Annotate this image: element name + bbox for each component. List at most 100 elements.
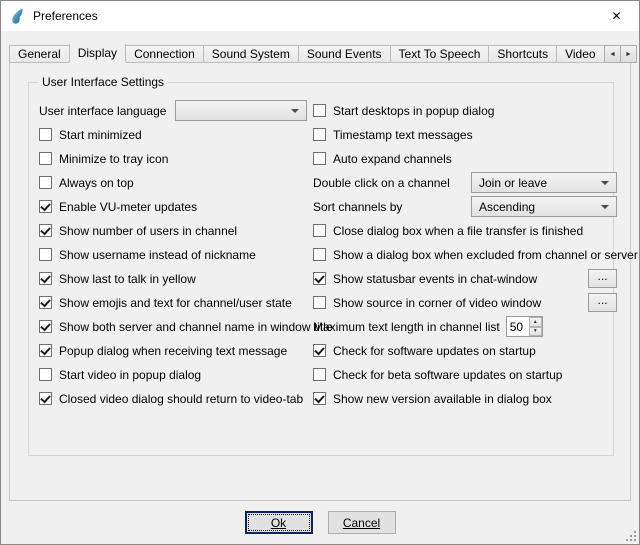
- checkbox[interactable]: [39, 392, 52, 405]
- checkbox[interactable]: [39, 200, 52, 213]
- checkbox[interactable]: [313, 128, 326, 141]
- double-click-label: Double click on a channel: [313, 176, 450, 190]
- ok-label: Ok: [271, 516, 286, 530]
- spin-down-icon[interactable]: ▼: [529, 327, 542, 337]
- checkbox-row: Auto expand channels: [313, 147, 617, 170]
- checkbox-row: Show emojis and text for channel/user st…: [39, 291, 307, 314]
- tab-bar: General Display Connection Sound System …: [9, 44, 637, 63]
- language-row: User interface language: [39, 99, 307, 122]
- tab-label: Shortcuts: [497, 47, 548, 61]
- checkbox[interactable]: [313, 368, 326, 381]
- resize-grip[interactable]: [624, 529, 637, 542]
- tab[interactable]: General: [9, 45, 70, 63]
- footer: Ok Cancel: [1, 511, 639, 534]
- checkbox-row: Check for software updates on startup: [313, 339, 617, 362]
- video-source-checkbox[interactable]: [313, 296, 326, 309]
- checkbox-label: Show both server and channel name in win…: [59, 320, 333, 334]
- cancel-button[interactable]: Cancel: [328, 511, 396, 534]
- checkbox[interactable]: [39, 344, 52, 357]
- checkbox-label: Show new version available in dialog box: [333, 392, 552, 406]
- checkbox-label: Show last to talk in yellow: [59, 272, 196, 286]
- checkbox-row: Always on top: [39, 171, 307, 194]
- tab[interactable]: Video: [556, 45, 604, 63]
- tab[interactable]: Shortcuts: [488, 45, 557, 63]
- checkbox-row: Start video in popup dialog: [39, 363, 307, 386]
- video-source-ellipsis-button[interactable]: ...: [588, 293, 617, 312]
- checkbox-label: Enable VU-meter updates: [59, 200, 197, 214]
- checkbox-row: Check for beta software updates on start…: [313, 363, 617, 386]
- checkbox[interactable]: [313, 104, 326, 117]
- sort-channels-row: Sort channels by Ascending: [313, 195, 617, 218]
- checkbox-label: Popup dialog when receiving text message: [59, 344, 287, 358]
- tab-scroll: ◄ ►: [605, 45, 637, 63]
- preferences-dialog: Preferences ✕ General Display Connection…: [0, 0, 640, 545]
- app-icon: [9, 8, 26, 25]
- checkbox-label: Auto expand channels: [333, 152, 452, 166]
- checkbox-row: Start desktops in popup dialog: [313, 99, 617, 122]
- checkbox[interactable]: [39, 368, 52, 381]
- cancel-label: Cancel: [343, 516, 380, 530]
- max-text-length-row: Maximum text length in channel list 50 ▲…: [313, 315, 617, 338]
- checkbox-row: Enable VU-meter updates: [39, 195, 307, 218]
- language-combobox[interactable]: [175, 100, 307, 121]
- statusbar-events-ellipsis-button[interactable]: ...: [588, 269, 617, 288]
- tab-scroll-left-button[interactable]: ◄: [604, 45, 621, 63]
- checkbox[interactable]: [39, 128, 52, 141]
- checkbox-row: Show username instead of nickname: [39, 243, 307, 266]
- statusbar-events-checkbox[interactable]: [313, 272, 326, 285]
- checkbox-label: Show emojis and text for channel/user st…: [59, 296, 292, 310]
- group-title: User Interface Settings: [38, 75, 168, 89]
- user-interface-settings-group: User Interface Settings User interface l…: [28, 82, 614, 456]
- checkbox[interactable]: [313, 224, 326, 237]
- tab-label: Video: [565, 47, 595, 61]
- language-label: User interface language: [39, 104, 166, 118]
- tab[interactable]: Text To Speech: [390, 45, 490, 63]
- checkbox[interactable]: [39, 320, 52, 333]
- checkbox[interactable]: [39, 296, 52, 309]
- checkbox-row: Show number of users in channel: [39, 219, 307, 242]
- ok-button[interactable]: Ok: [245, 511, 313, 534]
- checkbox[interactable]: [313, 392, 326, 405]
- sort-channels-value: Ascending: [479, 200, 595, 214]
- checkbox-row: Show new version available in dialog box: [313, 387, 617, 410]
- tab[interactable]: Sound Events: [298, 45, 391, 63]
- tab-label: Sound Events: [307, 47, 382, 61]
- titlebar: Preferences ✕: [1, 1, 639, 31]
- spinner-arrows: ▲ ▼: [529, 317, 542, 336]
- tab[interactable]: Display: [69, 44, 126, 63]
- max-text-length-label: Maximum text length in channel list: [313, 320, 500, 334]
- checkbox-row: Minimize to tray icon: [39, 147, 307, 170]
- tab[interactable]: Connection: [125, 45, 204, 63]
- checkbox-row: Start minimized: [39, 123, 307, 146]
- chevron-down-icon: [601, 181, 609, 185]
- sort-channels-label: Sort channels by: [313, 200, 402, 214]
- max-text-length-spinner[interactable]: 50 ▲ ▼: [506, 316, 543, 337]
- chevron-down-icon: [601, 205, 609, 209]
- video-source-row: Show source in corner of video window ..…: [313, 291, 617, 314]
- right-checkbox-list-top: Start desktops in popup dialog Timestamp…: [313, 99, 617, 170]
- tab-scroll-right-button[interactable]: ►: [620, 45, 637, 63]
- checkbox[interactable]: [313, 152, 326, 165]
- spin-up-icon[interactable]: ▲: [529, 317, 542, 327]
- checkbox[interactable]: [39, 272, 52, 285]
- checkbox[interactable]: [313, 248, 326, 261]
- checkbox-label: Always on top: [59, 176, 134, 190]
- checkbox[interactable]: [313, 344, 326, 357]
- close-button[interactable]: ✕: [594, 1, 639, 31]
- checkbox-row: Close dialog box when a file transfer is…: [313, 219, 617, 242]
- checkbox[interactable]: [39, 248, 52, 261]
- checkbox-label: Show username instead of nickname: [59, 248, 256, 262]
- tab-label: General: [18, 47, 61, 61]
- checkbox-row: Timestamp text messages: [313, 123, 617, 146]
- tab[interactable]: Sound System: [203, 45, 299, 63]
- checkbox[interactable]: [39, 224, 52, 237]
- double-click-combobox[interactable]: Join or leave: [471, 172, 617, 193]
- checkbox[interactable]: [39, 152, 52, 165]
- sort-channels-combobox[interactable]: Ascending: [471, 196, 617, 217]
- checkbox-label: Check for software updates on startup: [333, 344, 536, 358]
- checkbox-row: Popup dialog when receiving text message: [39, 339, 307, 362]
- checkbox[interactable]: [39, 176, 52, 189]
- tab-label: Display: [78, 46, 117, 60]
- checkbox-row: Closed video dialog should return to vid…: [39, 387, 307, 410]
- double-click-value: Join or leave: [479, 176, 595, 190]
